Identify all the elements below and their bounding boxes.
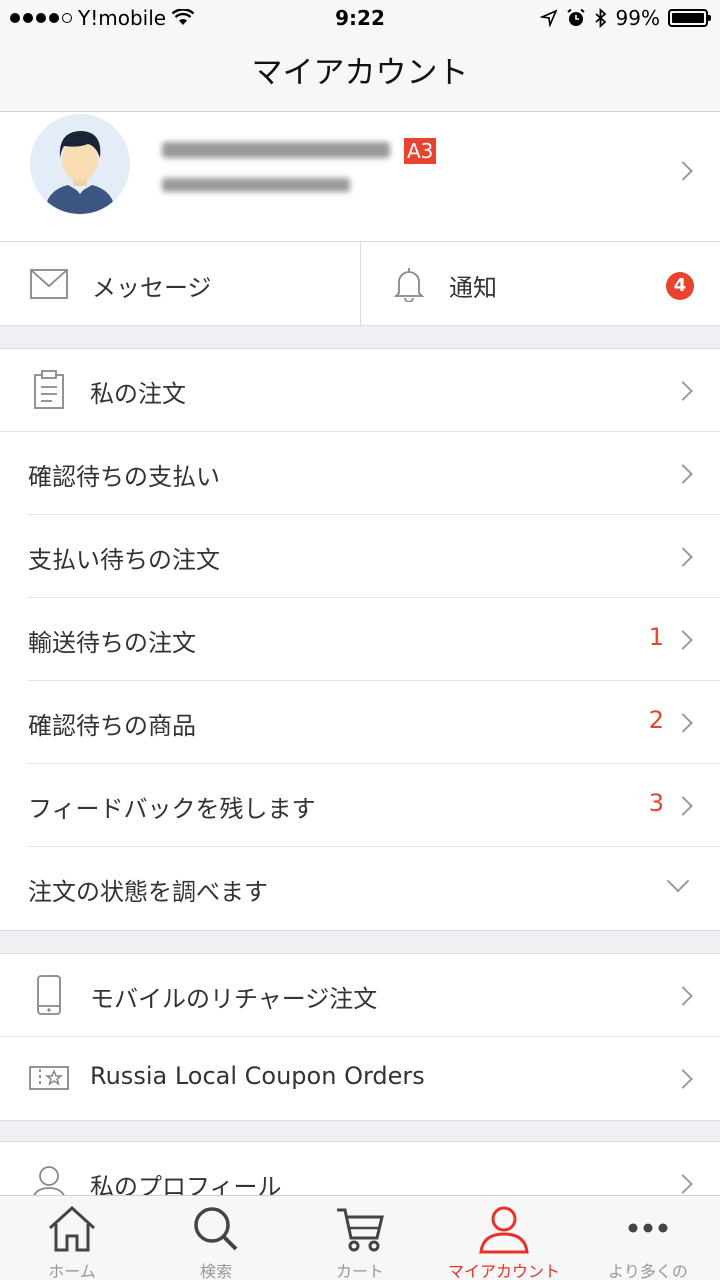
notifications-button[interactable]: 通知 4 xyxy=(361,242,720,326)
chevron-right-icon xyxy=(673,796,693,816)
coupon-orders-label: Russia Local Coupon Orders xyxy=(90,1062,425,1090)
tab-home[interactable]: ホーム xyxy=(0,1196,144,1280)
order-status-row[interactable]: フィードバックを残します 3 xyxy=(0,764,720,847)
chevron-right-icon xyxy=(673,713,693,733)
order-status-label: 支払い待ちの注文 xyxy=(28,546,220,574)
page-title: マイアカウント xyxy=(0,38,720,112)
chevron-down-icon xyxy=(666,869,690,893)
tab-account-label: マイアカウント xyxy=(447,1262,560,1280)
tab-more[interactable]: より多くの xyxy=(576,1196,720,1280)
cart-icon xyxy=(337,1208,384,1252)
chevron-right-icon xyxy=(673,161,693,181)
home-icon xyxy=(48,1205,96,1252)
order-tracking-label: 注文の状態を調べます xyxy=(28,878,268,906)
order-status-row[interactable]: 確認待ちの支払い xyxy=(0,432,720,515)
user-name-redacted xyxy=(162,142,390,158)
battery-percent: 99% xyxy=(615,6,660,30)
account-content[interactable]: A3 メッセージ 通知 4 私の注文 確認待ちの支払い 支払い待ちの注文 輸送待… xyxy=(0,112,720,1195)
tab-cart[interactable]: カート xyxy=(288,1196,432,1280)
chevron-right-icon xyxy=(673,1174,693,1194)
messages-button[interactable]: メッセージ xyxy=(0,242,360,326)
person-icon xyxy=(479,1206,529,1254)
my-orders-row[interactable]: 私の注文 xyxy=(0,349,720,432)
chevron-right-icon xyxy=(673,381,693,401)
tab-search-label: 検索 xyxy=(199,1262,232,1280)
order-tracking-row[interactable]: 注文の状態を調べます xyxy=(0,847,720,930)
messages-label: メッセージ xyxy=(92,274,212,302)
chevron-right-icon xyxy=(673,630,693,650)
chevron-right-icon xyxy=(673,547,693,567)
battery-icon xyxy=(668,9,711,27)
order-status-label: 確認待ちの商品 xyxy=(28,712,196,740)
tab-more-label: より多くの xyxy=(608,1262,688,1280)
alarm-icon xyxy=(566,8,585,26)
orders-section: 私の注文 確認待ちの支払い 支払い待ちの注文 輸送待ちの注文 1 確認待ちの商品… xyxy=(0,348,720,931)
smartphone-icon xyxy=(37,975,61,1015)
search-icon xyxy=(194,1207,238,1251)
chevron-right-icon xyxy=(673,464,693,484)
tab-cart-label: カート xyxy=(335,1262,384,1280)
avatar-person-icon xyxy=(30,114,130,214)
extra-orders-section: モバイルのリチャージ注文 Russia Local Coupon Orders xyxy=(0,953,720,1121)
chevron-right-icon xyxy=(673,986,693,1006)
profile-card[interactable]: A3 xyxy=(0,112,720,242)
my-orders-label: 私の注文 xyxy=(90,380,186,408)
avatar[interactable] xyxy=(30,114,130,214)
tab-search[interactable]: 検索 xyxy=(144,1196,288,1280)
status-bar: Y!mobile 9:22 99% xyxy=(0,0,720,38)
my-profile-label: 私のプロフィール xyxy=(90,1173,282,1195)
more-dots-icon xyxy=(628,1223,668,1233)
mobile-recharge-label: モバイルのリチャージ注文 xyxy=(90,985,378,1013)
order-status-label: フィードバックを残します xyxy=(28,795,316,823)
notifications-count-badge: 4 xyxy=(666,272,694,300)
order-status-row[interactable]: 支払い待ちの注文 xyxy=(0,515,720,598)
member-level-badge: A3 xyxy=(404,138,437,164)
tab-home-label: ホーム xyxy=(48,1262,96,1280)
person-icon xyxy=(33,1166,65,1195)
coupon-orders-row[interactable]: Russia Local Coupon Orders xyxy=(0,1037,720,1120)
profile-section: 私のプロフィール xyxy=(0,1141,720,1195)
tab-bar: ホーム 検索 カート マイアカウント より多くの xyxy=(0,1195,720,1280)
order-status-row[interactable]: 輸送待ちの注文 1 xyxy=(0,598,720,681)
tab-account[interactable]: マイアカウント xyxy=(432,1196,576,1280)
order-status-count: 3 xyxy=(648,789,664,817)
quick-links-row: メッセージ 通知 4 xyxy=(0,242,720,326)
clipboard-icon xyxy=(34,370,64,409)
envelope-icon xyxy=(30,269,68,299)
order-status-row[interactable]: 確認待ちの商品 2 xyxy=(0,681,720,764)
bell-icon xyxy=(393,268,425,302)
order-status-count: 2 xyxy=(648,706,664,734)
star-coupon-icon xyxy=(29,1066,69,1090)
chevron-right-icon xyxy=(673,1069,693,1089)
order-status-count: 1 xyxy=(648,623,664,651)
location-arrow-icon xyxy=(539,9,558,27)
order-status-label: 確認待ちの支払い xyxy=(28,463,220,491)
notifications-label: 通知 xyxy=(449,274,497,302)
mobile-recharge-row[interactable]: モバイルのリチャージ注文 xyxy=(0,954,720,1037)
user-email-redacted xyxy=(162,178,350,192)
bluetooth-icon xyxy=(594,8,606,28)
status-right: 99% xyxy=(539,6,711,30)
my-profile-row[interactable]: 私のプロフィール xyxy=(0,1142,720,1195)
order-status-label: 輸送待ちの注文 xyxy=(28,629,196,657)
